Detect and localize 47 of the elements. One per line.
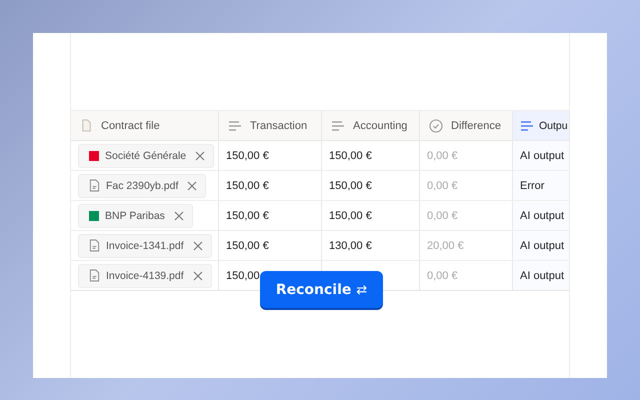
file-name: Invoice-1341.pdf [106, 240, 184, 252]
lines-icon [331, 118, 345, 132]
difference-amount: 0,00 € [427, 150, 458, 162]
check-circle-icon [429, 118, 443, 132]
output-text: AI output [520, 240, 564, 252]
close-icon[interactable] [174, 210, 184, 220]
file-name: Fac 2390yb.pdf [106, 180, 178, 192]
close-icon[interactable] [192, 240, 203, 250]
file-name: Invoice-4139.pdf [106, 270, 184, 282]
column-header[interactable]: Outpu [513, 111, 569, 140]
difference-amount: 20,00 € [427, 240, 464, 252]
file-icon [89, 239, 100, 252]
reconcile-button[interactable]: Reconcile ⇄ [260, 271, 383, 308]
column-header[interactable]: Accounting [322, 111, 420, 140]
accounting-amount: 150,00 € [329, 180, 372, 192]
file-chip[interactable]: Invoice-1341.pdf [78, 234, 212, 258]
transaction-amount: 150,00 € [226, 150, 269, 162]
transaction-amount: 150,00 € [226, 210, 269, 222]
close-icon[interactable] [187, 180, 198, 190]
accounting-amount: 150,00 € [329, 210, 372, 222]
file-chip[interactable]: Invoice-4139.pdf [78, 264, 212, 288]
file-chip[interactable]: Fac 2390yb.pdf [78, 174, 206, 198]
file-icon [89, 269, 100, 282]
transaction-amount: 150,00 [226, 270, 260, 282]
output-text: AI output [520, 150, 564, 162]
output-text: Error [520, 180, 544, 192]
column-header[interactable]: Contract file [71, 111, 219, 140]
accounting-amount: 150,00 € [329, 150, 372, 162]
difference-amount: 0,00 € [427, 270, 458, 282]
file-chip[interactable]: Société Générale [78, 144, 214, 168]
output-text: AI output [520, 270, 564, 282]
lines-icon [520, 118, 534, 132]
file-icon [80, 119, 93, 132]
close-icon[interactable] [195, 150, 206, 160]
lines-icon [228, 118, 242, 132]
difference-amount: 0,00 € [427, 180, 458, 192]
file-name: BNP Paribas [105, 210, 165, 222]
transaction-amount: 150,00 € [226, 240, 269, 252]
accounting-amount: 130,00 € [329, 240, 372, 252]
file-name: Société Générale [105, 150, 186, 162]
column-header[interactable]: Transaction [219, 111, 322, 140]
output-text: AI output [520, 210, 564, 222]
difference-amount: 0,00 € [427, 210, 458, 222]
transaction-amount: 150,00 € [226, 180, 269, 192]
file-chip[interactable]: BNP Paribas [78, 204, 193, 228]
close-icon[interactable] [192, 270, 203, 280]
file-icon [89, 179, 100, 192]
